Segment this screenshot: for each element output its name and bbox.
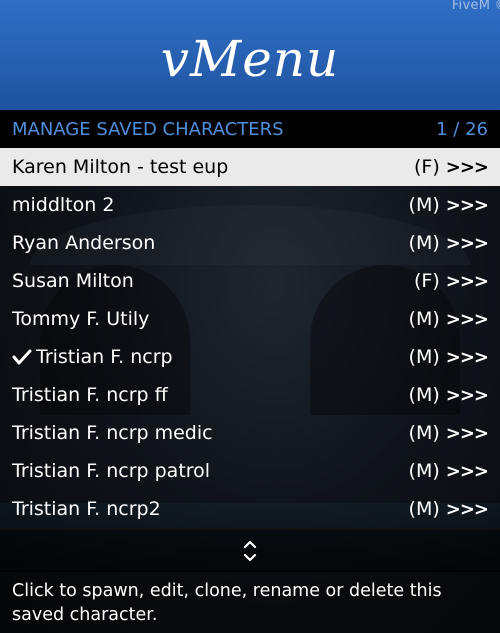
up-down-arrows-icon — [243, 540, 257, 562]
submenu-arrow-icon: >>> — [445, 194, 489, 216]
character-name: Tristian F. ncrp2 — [12, 498, 161, 520]
character-gender: (F) — [413, 270, 440, 292]
character-name: middlton 2 — [12, 194, 115, 216]
character-item-right: (M) >>> — [408, 194, 489, 216]
fivem-watermark: FiveM © — [451, 0, 500, 13]
character-item[interactable]: Ryan Anderson (M) >>> — [0, 224, 500, 262]
character-item-right: (F) >>> — [413, 156, 489, 178]
character-item-left: Tristian F. ncrp — [12, 346, 173, 368]
submenu-arrow-icon: >>> — [445, 422, 489, 444]
character-item-right: (M) >>> — [408, 460, 489, 482]
character-item-right: (F) >>> — [413, 270, 489, 292]
character-item[interactable]: Tristian F. ncrp patrol (M) >>> — [0, 452, 500, 490]
scroll-indicator[interactable] — [0, 528, 500, 572]
character-gender: (M) — [408, 498, 440, 520]
character-item-left: Tristian F. ncrp medic — [12, 422, 213, 444]
character-item-right: (M) >>> — [408, 422, 489, 444]
character-name: Karen Milton - test eup — [12, 156, 229, 178]
character-name: Tristian F. ncrp patrol — [12, 460, 211, 482]
submenu-arrow-icon: >>> — [445, 156, 489, 178]
menu-subheader: MANAGE SAVED CHARACTERS 1 / 26 — [0, 110, 500, 148]
character-item[interactable]: Tristian F. ncrp2 (M) >>> — [0, 490, 500, 528]
character-item[interactable]: Tristian F. ncrp ff (M) >>> — [0, 376, 500, 414]
character-name: Tristian F. ncrp — [36, 346, 173, 368]
character-item-right: (M) >>> — [408, 346, 489, 368]
character-item-left: Ryan Anderson — [12, 232, 155, 254]
submenu-arrow-icon: >>> — [445, 308, 489, 330]
submenu-arrow-icon: >>> — [445, 232, 489, 254]
submenu-arrow-icon: >>> — [445, 384, 489, 406]
character-item-left: Tommy F. Utily — [12, 308, 149, 330]
character-gender: (M) — [408, 308, 440, 330]
character-item-right: (M) >>> — [408, 498, 489, 520]
character-item[interactable]: Karen Milton - test eup (F) >>> — [0, 148, 500, 186]
character-item-right: (M) >>> — [408, 308, 489, 330]
character-item[interactable]: middlton 2 (M) >>> — [0, 186, 500, 224]
submenu-arrow-icon: >>> — [445, 460, 489, 482]
character-gender: (M) — [408, 232, 440, 254]
character-gender: (F) — [413, 156, 440, 178]
menu-title: vMenu — [160, 30, 340, 88]
character-item-left: Tristian F. ncrp ff — [12, 384, 168, 406]
character-item-left: Tristian F. ncrp2 — [12, 498, 161, 520]
character-name: Susan Milton — [12, 270, 134, 292]
character-item-right: (M) >>> — [408, 232, 489, 254]
character-item-left: Tristian F. ncrp patrol — [12, 460, 210, 482]
character-item[interactable]: Susan Milton (F) >>> — [0, 262, 500, 300]
character-item-right: (M) >>> — [408, 384, 489, 406]
character-name: Tristian F. ncrp ff — [12, 384, 168, 406]
submenu-arrow-icon: >>> — [445, 498, 489, 520]
character-gender: (M) — [408, 384, 440, 406]
character-gender: (M) — [408, 422, 440, 444]
character-item-left: Susan Milton — [12, 270, 134, 292]
character-item-left: middlton 2 — [12, 194, 114, 216]
menu-item-counter: 1 / 26 — [436, 118, 488, 140]
character-gender: (M) — [408, 346, 440, 368]
character-gender: (M) — [408, 194, 440, 216]
character-name: Tommy F. Utily — [12, 308, 150, 330]
submenu-arrow-icon: >>> — [445, 270, 489, 292]
character-item[interactable]: Tristian F. ncrp medic (M) >>> — [0, 414, 500, 452]
character-item-left: Karen Milton - test eup — [12, 156, 228, 178]
character-name: Tristian F. ncrp medic — [12, 422, 213, 444]
character-gender: (M) — [408, 460, 440, 482]
character-name: Ryan Anderson — [12, 232, 156, 254]
item-description: Click to spawn, edit, clone, rename or d… — [0, 570, 500, 633]
checkmark-icon — [12, 347, 34, 367]
character-list: Karen Milton - test eup (F) >>> middlton 2(… — [0, 148, 500, 528]
menu-banner: vMenu — [0, 0, 500, 110]
submenu-arrow-icon: >>> — [445, 346, 489, 368]
menu-subtitle: MANAGE SAVED CHARACTERS — [12, 118, 284, 140]
character-item[interactable]: Tristian F. ncrp (M) >>> — [0, 338, 500, 376]
character-item[interactable]: Tommy F. Utily (M) >>> — [0, 300, 500, 338]
